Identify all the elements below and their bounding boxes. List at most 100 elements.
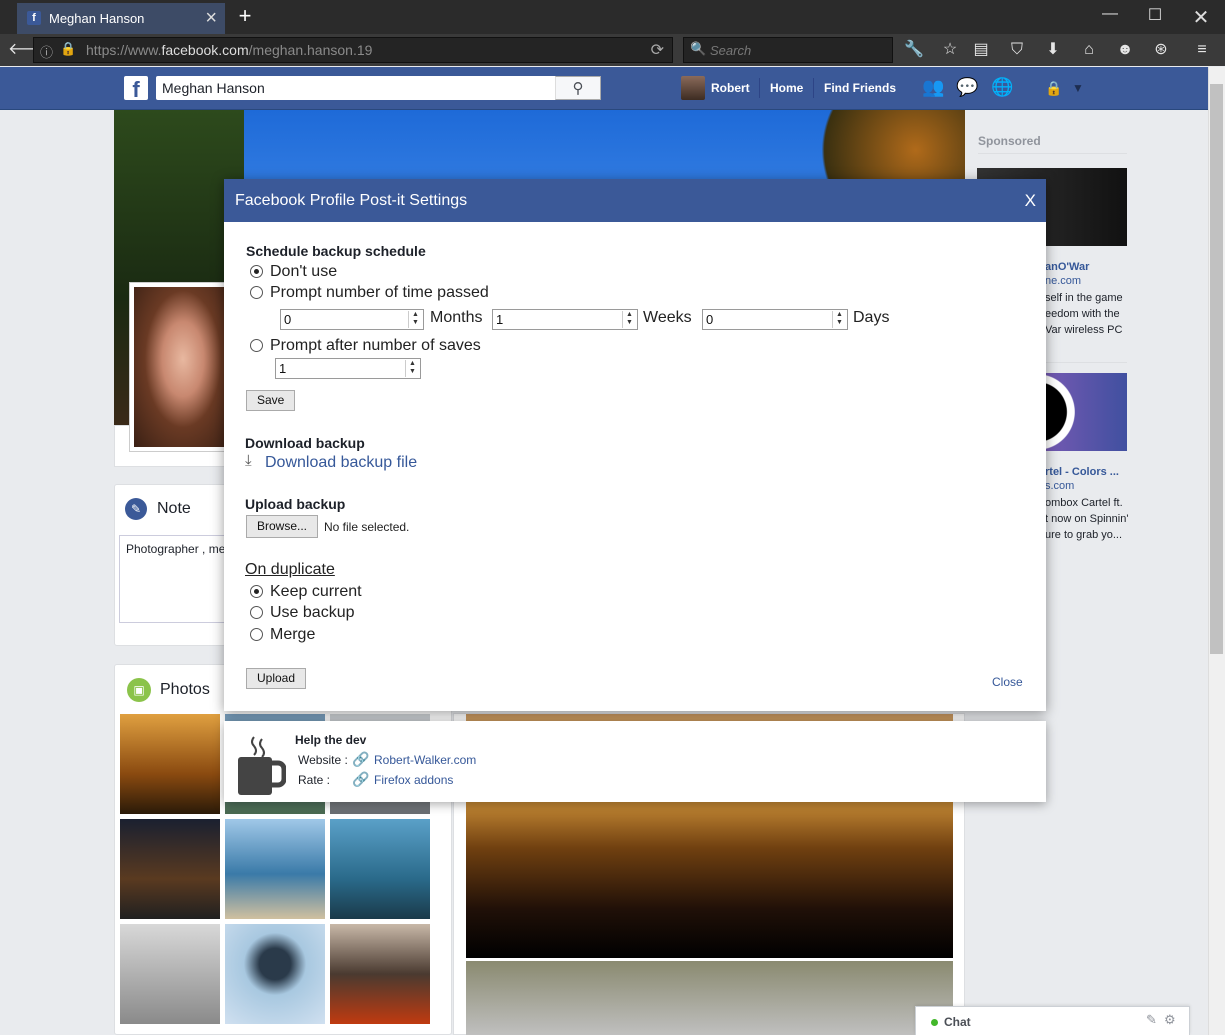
- post-photo-street[interactable]: [466, 961, 953, 1035]
- url-bar[interactable]: ⓘ 🔒 https://www.facebook.com/meghan.hans…: [33, 37, 673, 63]
- photos-card: ▣ Photos: [114, 664, 452, 1035]
- months-value: 0: [284, 312, 292, 327]
- download-heading: Download backup: [245, 435, 365, 451]
- radio-use-backup[interactable]: [250, 606, 263, 619]
- dialog-title: Facebook Profile Post-it Settings: [235, 192, 468, 209]
- note-heading: ✎ Note: [125, 498, 191, 520]
- radio-keep-current-label[interactable]: Keep current: [270, 583, 362, 601]
- close-tab-icon[interactable]: ×: [205, 7, 217, 30]
- home-icon[interactable]: ⌂: [1077, 38, 1101, 62]
- download-icon[interactable]: ⤓: [245, 452, 252, 469]
- photo-thumbnail[interactable]: [330, 924, 430, 1024]
- navigation-toolbar: 🡐 ⓘ 🔒 https://www.facebook.com/meghan.ha…: [0, 34, 1225, 66]
- download-icon[interactable]: ⬇: [1041, 38, 1065, 62]
- account-menu-chevron-down-icon[interactable]: ▼: [1072, 81, 1084, 95]
- months-stepper[interactable]: 0 ▲ ▼: [280, 309, 424, 330]
- radio-dont-use[interactable]: [250, 265, 263, 278]
- wrench-icon[interactable]: 🔧: [902, 38, 926, 62]
- bookmark-star-icon[interactable]: ☆: [938, 38, 962, 62]
- photo-thumbnail[interactable]: [225, 924, 325, 1024]
- nav-divider: [759, 78, 760, 98]
- privacy-shortcuts-icon[interactable]: 🔒: [1045, 80, 1062, 97]
- link-icon: 🔗: [352, 771, 370, 787]
- days-stepper[interactable]: 0 ▲ ▼: [702, 309, 848, 330]
- upload-button[interactable]: Upload: [246, 668, 307, 689]
- radio-merge[interactable]: [250, 628, 263, 641]
- pencil-icon: ✎: [125, 498, 147, 520]
- save-button[interactable]: Save: [246, 390, 296, 411]
- ad-url[interactable]: s.com: [1045, 480, 1074, 492]
- radio-prompt-time[interactable]: [250, 286, 263, 299]
- radio-prompt-saves-label[interactable]: Prompt after number of saves: [270, 337, 481, 355]
- saves-value: 1: [279, 361, 287, 376]
- help-dev-box: Help the dev Website : 🔗 Robert-Walker.c…: [224, 721, 1046, 802]
- facebook-search-input[interactable]: Meghan Hanson ⚲: [156, 76, 601, 100]
- file-status-text: No file selected.: [324, 520, 410, 534]
- radio-merge-label[interactable]: Merge: [270, 626, 315, 644]
- facebook-favicon-icon: f: [27, 11, 41, 25]
- stepper-arrows-icon[interactable]: ▲ ▼: [832, 311, 846, 328]
- scrollbar-thumb[interactable]: [1210, 84, 1223, 654]
- radio-use-backup-label[interactable]: Use backup: [270, 604, 355, 622]
- link-icon: 🔗: [352, 751, 370, 767]
- back-arrow-icon[interactable]: 🡐: [8, 38, 51, 62]
- website-link[interactable]: Robert-Walker.com: [374, 753, 476, 767]
- photo-thumbnail[interactable]: [225, 819, 325, 919]
- minimize-icon[interactable]: —: [1090, 5, 1130, 29]
- radio-prompt-saves[interactable]: [250, 339, 263, 352]
- photo-thumbnail[interactable]: [120, 819, 220, 919]
- radio-prompt-time-label[interactable]: Prompt number of time passed: [270, 284, 489, 302]
- messages-icon[interactable]: 💬: [956, 77, 978, 98]
- stepper-arrows-icon[interactable]: ▲ ▼: [405, 360, 419, 377]
- gear-icon[interactable]: ⚙: [1164, 1012, 1176, 1028]
- close-link[interactable]: Close: [992, 675, 1023, 689]
- browse-button[interactable]: Browse...: [246, 515, 319, 538]
- ad-title[interactable]: anO'War: [1045, 261, 1089, 273]
- ad-text: self in the game: [1045, 292, 1123, 304]
- profile-picture[interactable]: [129, 282, 237, 452]
- ad-title[interactable]: rtel - Colors ...: [1045, 466, 1119, 478]
- new-tab-button[interactable]: +: [233, 3, 257, 31]
- saves-stepper[interactable]: 1 ▲ ▼: [275, 358, 421, 379]
- weeks-stepper[interactable]: 1 ▲ ▼: [492, 309, 638, 330]
- download-backup-link[interactable]: Download backup file: [265, 454, 417, 472]
- url-text: https://www.facebook.com/meghan.hanson.1…: [86, 42, 373, 58]
- search-button-icon[interactable]: ⚲: [555, 76, 601, 100]
- radio-keep-current[interactable]: [250, 585, 263, 598]
- maximize-icon[interactable]: ☐: [1135, 5, 1175, 29]
- chat-bar[interactable]: Chat ✎ ⚙: [915, 1006, 1190, 1035]
- reading-list-icon[interactable]: ▤: [969, 38, 993, 62]
- radio-dont-use-label[interactable]: Don't use: [270, 263, 337, 281]
- nav-find-friends-link[interactable]: Find Friends: [824, 81, 896, 95]
- menu-icon[interactable]: ≡: [1190, 38, 1214, 62]
- close-window-icon[interactable]: ✕: [1181, 5, 1221, 29]
- compose-icon[interactable]: ✎: [1146, 1012, 1157, 1028]
- photo-thumbnail[interactable]: [120, 714, 220, 814]
- months-label: Months: [430, 309, 483, 326]
- nav-profile-link[interactable]: Robert: [711, 81, 750, 95]
- browser-search-input[interactable]: 🔍 Search: [683, 37, 893, 63]
- ad-text: t now on Spinnin': [1045, 513, 1129, 525]
- browser-tab[interactable]: f Meghan Hanson ×: [17, 3, 225, 34]
- vpn-addon-icon[interactable]: ⊛: [1149, 38, 1173, 62]
- coffee-mug-icon: [238, 736, 286, 795]
- info-icon[interactable]: ⓘ: [40, 42, 53, 61]
- stepper-arrows-icon[interactable]: ▲ ▼: [408, 311, 422, 328]
- stepper-arrows-icon[interactable]: ▲ ▼: [622, 311, 636, 328]
- ad-text: Var wireless PC: [1045, 324, 1123, 336]
- friend-requests-icon[interactable]: 👥: [922, 77, 944, 98]
- photo-thumbnail[interactable]: [120, 924, 220, 1024]
- rate-link[interactable]: Firefox addons: [374, 773, 453, 787]
- dialog-close-icon[interactable]: X: [1025, 191, 1036, 211]
- pocket-icon[interactable]: ⛉: [1005, 38, 1029, 62]
- facebook-logo-icon[interactable]: f: [124, 76, 148, 102]
- nav-home-link[interactable]: Home: [770, 81, 803, 95]
- smiley-addon-icon[interactable]: ☻: [1113, 38, 1137, 62]
- reload-icon[interactable]: ⟳: [651, 40, 664, 60]
- ad-url[interactable]: ne.com: [1045, 275, 1081, 287]
- notifications-globe-icon[interactable]: 🌐: [991, 77, 1013, 98]
- photo-thumbnail[interactable]: [330, 819, 430, 919]
- user-avatar[interactable]: [681, 76, 705, 100]
- photos-icon: ▣: [127, 678, 151, 702]
- note-text: Photographer , me: [126, 542, 226, 556]
